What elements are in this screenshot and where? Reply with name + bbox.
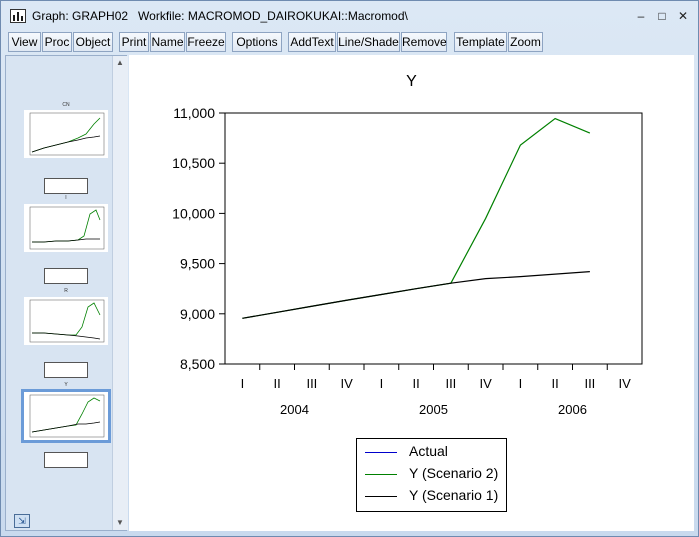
x-year-label: 2005: [419, 402, 448, 417]
thumbnail-r-plot: [29, 299, 105, 343]
legend-item-scenario-2: Y (Scenario 2): [365, 465, 505, 483]
thumbnail-i-plot: [29, 206, 105, 250]
proc-button[interactable]: Proc: [42, 32, 72, 52]
x-tick-label: III: [445, 376, 456, 391]
freeze-button[interactable]: Freeze: [186, 32, 226, 52]
y-tick-label: 11,000: [173, 105, 215, 121]
view-button[interactable]: View: [8, 32, 41, 52]
thumbnail-scrollbar[interactable]: ▲ ▼: [112, 56, 128, 530]
x-tick-label: IV: [479, 376, 492, 391]
x-year-label: 2006: [558, 402, 587, 417]
thumbnail-y-legend: [44, 452, 88, 468]
legend-label-scenario-2: Y (Scenario 2): [409, 465, 499, 481]
thumbnail-i-legend: [44, 268, 88, 284]
line-chart: 8,5009,0009,50010,00010,50011,000I II III I…: [172, 105, 643, 417]
thumbnail-title-r: R: [64, 288, 68, 294]
toolbar: View Proc Object Print Name Freeze Optio…: [8, 32, 698, 52]
y-tick-label: 10,000: [172, 205, 215, 221]
x-tick-label: I: [519, 376, 523, 391]
x-tick-label: III: [584, 376, 595, 391]
options-button[interactable]: Options: [232, 32, 282, 52]
minimize-button[interactable]: –: [632, 7, 650, 25]
legend-item-actual: Actual: [365, 443, 505, 461]
thumbnail-r[interactable]: [24, 297, 108, 345]
y-tick-label: 9,500: [180, 256, 215, 272]
series-line-y-scenario-1: [242, 271, 590, 319]
x-tick-label: II: [413, 376, 420, 391]
thumbnail-cn[interactable]: [24, 110, 108, 158]
x-tick-label: I: [241, 376, 245, 391]
maximize-button[interactable]: □: [653, 7, 671, 25]
thumbnail-cn-plot: [29, 112, 105, 156]
graph-app-icon: [10, 9, 26, 23]
title-bar[interactable]: Graph: GRAPH02 Workfile: MACROMOD_DAIROK…: [1, 1, 698, 31]
thumbnail-title-y: Y: [64, 382, 68, 388]
thumbnail-y-plot: [29, 394, 105, 438]
thumbnail-title-cn: CN: [62, 102, 70, 108]
thumbnail-title-i: I: [65, 195, 67, 201]
x-tick-label: II: [274, 376, 281, 391]
y-tick-label: 8,500: [180, 356, 215, 372]
x-tick-label: IV: [340, 376, 353, 391]
resize-icon[interactable]: ⇲: [14, 514, 30, 528]
x-tick-label: I: [380, 376, 384, 391]
template-button[interactable]: Template: [454, 32, 507, 52]
y-tick-label: 9,000: [180, 306, 215, 322]
graph-window: Graph: GRAPH02 Workfile: MACROMOD_DAIROK…: [0, 0, 699, 537]
legend-swatch-actual: [365, 452, 397, 453]
x-year-label: 2004: [280, 402, 309, 417]
thumbnail-y[interactable]: [21, 389, 111, 443]
print-button[interactable]: Print: [119, 32, 149, 52]
legend-label-scenario-1: Y (Scenario 1): [409, 487, 499, 503]
window-title: Graph: GRAPH02 Workfile: MACROMOD_DAIROK…: [32, 9, 408, 23]
thumbnail-cn-legend: [44, 178, 88, 194]
graph-canvas: Y 8,500 9,000 9,500 10,000 10,500 11,000 I II II…: [129, 55, 694, 531]
scroll-down-icon[interactable]: ▼: [116, 518, 124, 527]
thumbnail-i[interactable]: [24, 204, 108, 252]
object-button[interactable]: Object: [73, 32, 113, 52]
name-button[interactable]: Name: [150, 32, 185, 52]
legend-label-actual: Actual: [409, 443, 448, 459]
x-tick-label: III: [306, 376, 317, 391]
thumbnail-panel: CN I R Y ⇲ ▲ ▼: [5, 55, 128, 531]
close-button[interactable]: ✕: [674, 7, 692, 25]
y-tick-label: 10,500: [172, 155, 215, 171]
x-tick-label: II: [552, 376, 559, 391]
zoom-button[interactable]: Zoom: [508, 32, 543, 52]
chart-legend[interactable]: Actual Y (Scenario 2) Y (Scenario 1): [356, 438, 507, 512]
line-shade-button[interactable]: Line/Shade: [337, 32, 400, 52]
legend-item-scenario-1: Y (Scenario 1): [365, 487, 505, 505]
plot-frame: [224, 112, 643, 365]
legend-swatch-scenario-1: [365, 496, 397, 497]
scroll-up-icon[interactable]: ▲: [116, 58, 124, 67]
addtext-button[interactable]: AddText: [288, 32, 336, 52]
thumbnail-r-legend: [44, 362, 88, 378]
legend-swatch-scenario-2: [365, 474, 397, 475]
remove-button[interactable]: Remove: [401, 32, 447, 52]
x-tick-label: IV: [618, 376, 631, 391]
